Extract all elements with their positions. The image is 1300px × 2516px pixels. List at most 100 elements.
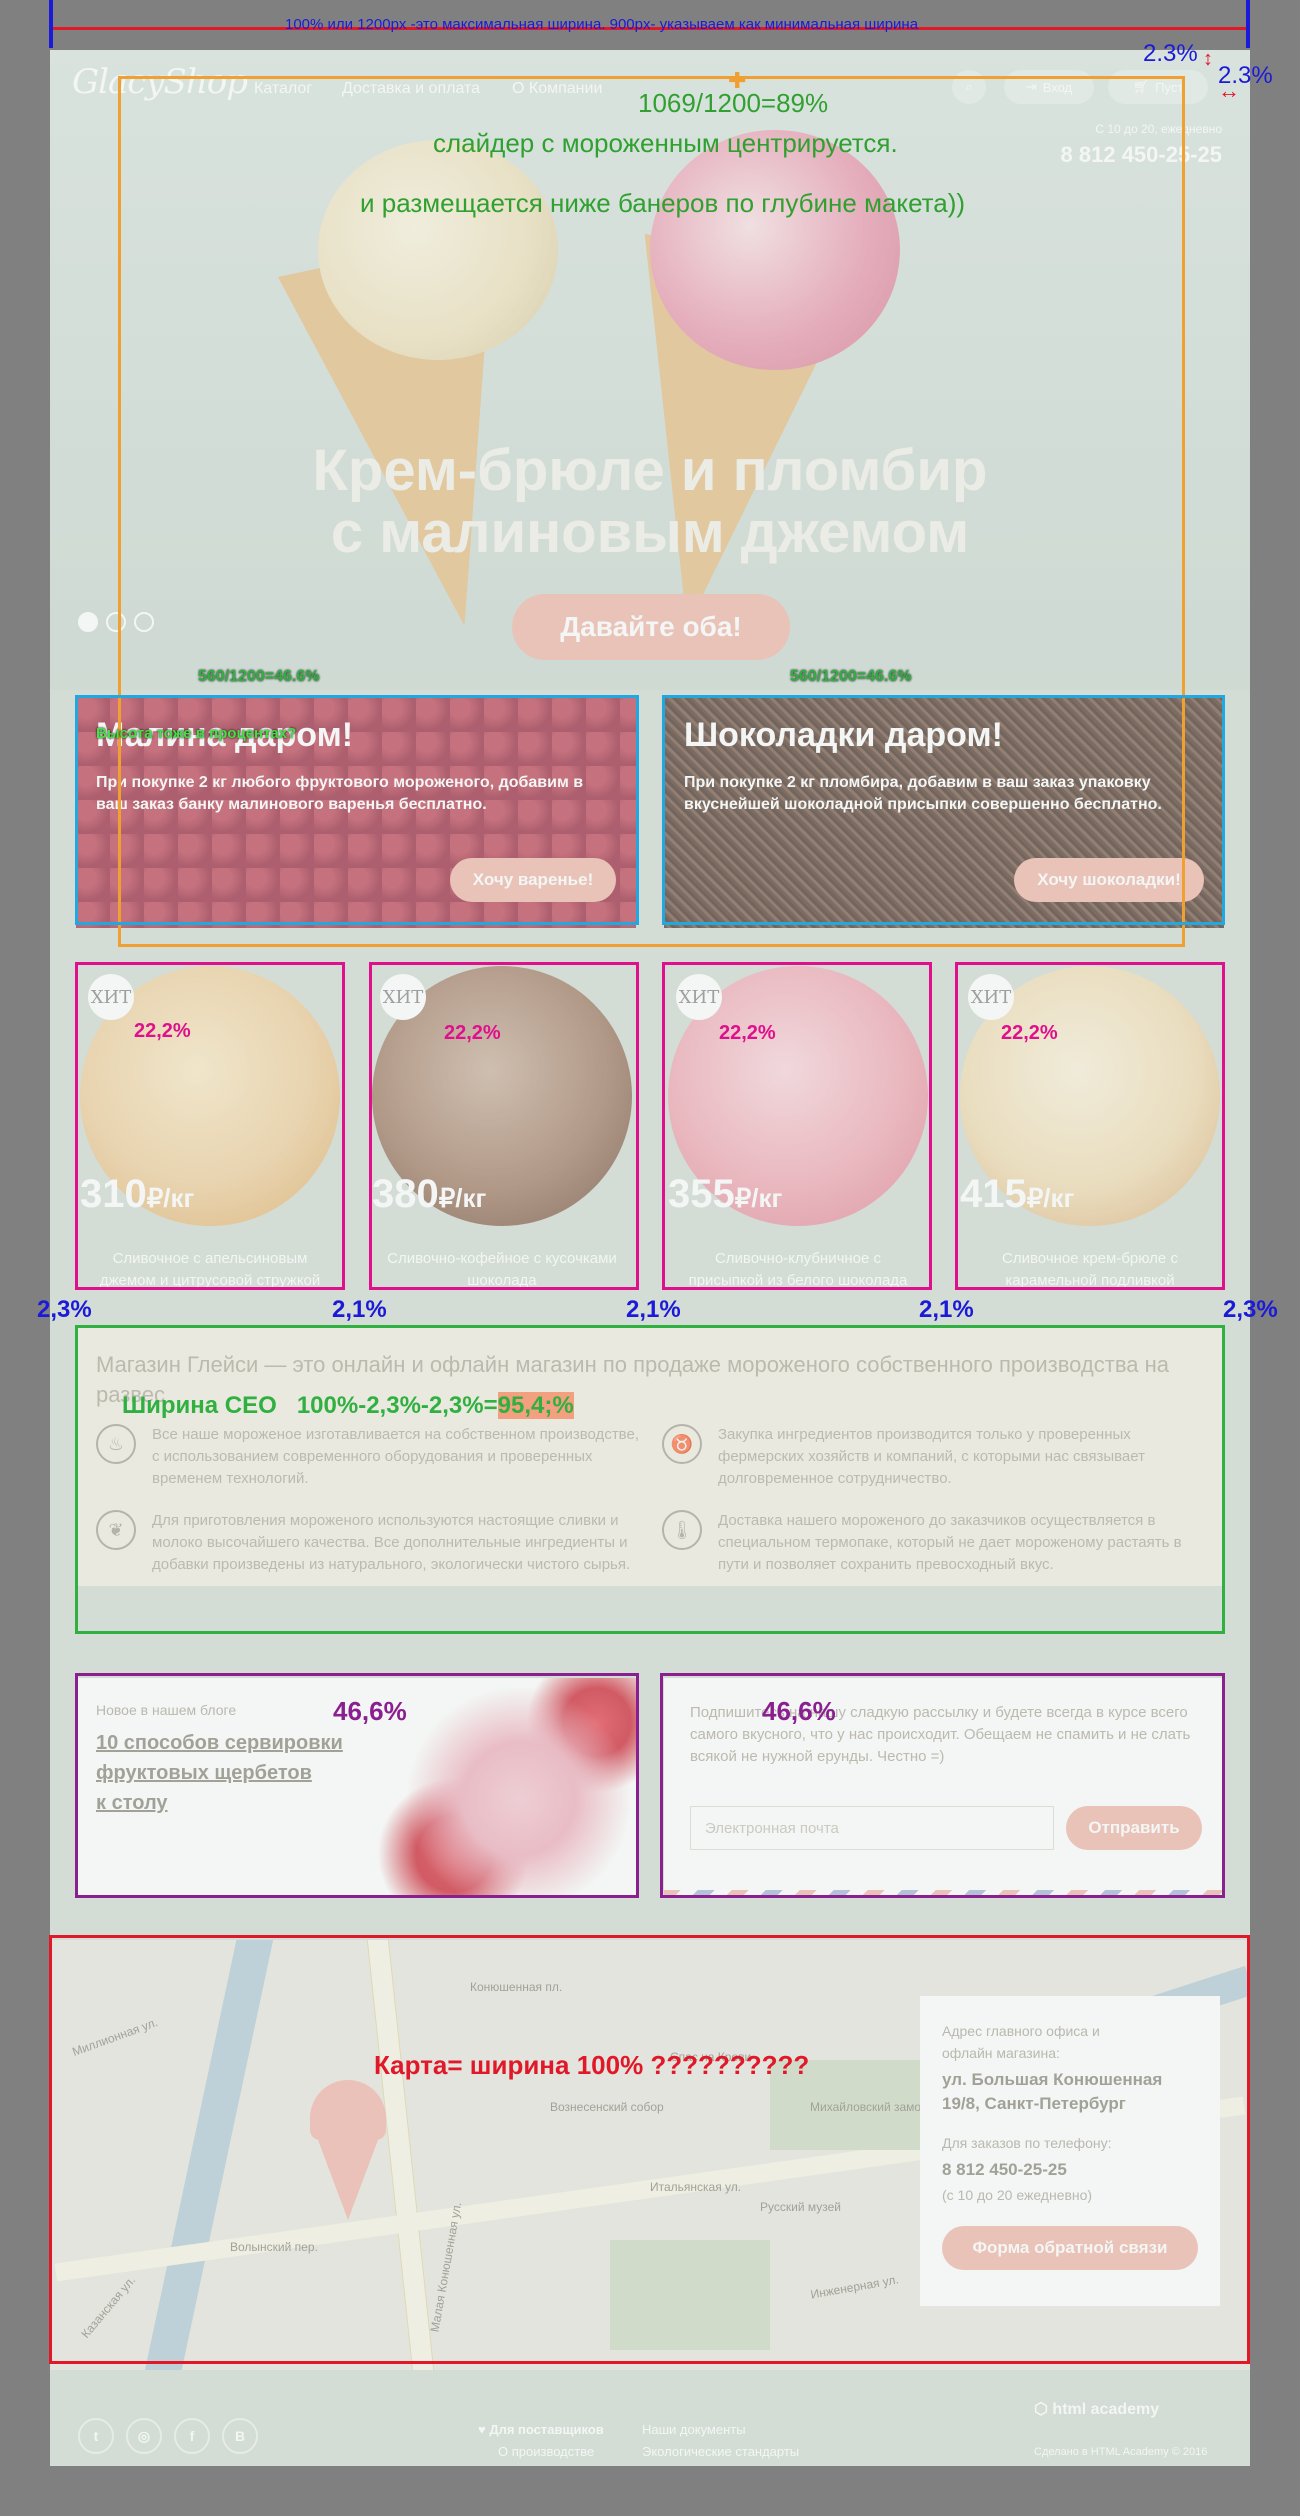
product-name-line: Сливочное крем-брюле с bbox=[1002, 1250, 1178, 1267]
annotation-seo-label: Ширина СЕО bbox=[122, 1392, 277, 1419]
map-street-label: Конюшенная пл. bbox=[470, 1980, 563, 1994]
footer-link-documents[interactable]: Наши документы bbox=[642, 2422, 746, 2437]
hit-badge: ХИТ bbox=[968, 974, 1014, 1020]
product-card[interactable]: ХИТ 355₽/кг Сливочно-клубничное с присыпк… bbox=[664, 962, 932, 1289]
page: GlacyShop Каталог Доставка и оплата О Ко… bbox=[50, 50, 1250, 2466]
footer-link-standards[interactable]: Экологические стандарты bbox=[642, 2444, 799, 2459]
map-street-label: Итальянская ул. bbox=[650, 2180, 742, 2194]
twitter-icon[interactable]: t bbox=[78, 2418, 114, 2454]
annotation-gap: 2,3% bbox=[1223, 1296, 1278, 1323]
product-price: 355₽/кг bbox=[668, 1172, 782, 1217]
map-street-label: Миллионная ул. bbox=[70, 2015, 160, 2059]
price-value: 380 bbox=[372, 1172, 439, 1216]
promo-button-jam[interactable]: Хочу варенье! bbox=[450, 858, 616, 902]
hit-badge: ХИТ bbox=[380, 974, 426, 1020]
annotation-slider-note: и размещается ниже банеров по глубине ма… bbox=[360, 188, 966, 218]
feedback-button[interactable]: Форма обратной связи bbox=[942, 2226, 1198, 2270]
nav-about[interactable]: О Компании bbox=[512, 80, 602, 98]
address-line: 19/8, Санкт-Петербург bbox=[942, 2094, 1126, 2113]
annotation-right-edge bbox=[1246, 0, 1250, 48]
annotation-map-note: Карта= ширина 100% ?????????? bbox=[374, 2050, 810, 2080]
map-street-label: Русский музей bbox=[760, 2200, 841, 2214]
facebook-icon[interactable]: f bbox=[174, 2418, 210, 2454]
leaf-icon: ❦ bbox=[96, 1510, 136, 1550]
blog-image bbox=[376, 1678, 636, 1898]
copyright: Сделано в HTML Academy © 2016 bbox=[1034, 2446, 1208, 2458]
annotation-seo-formula: 100%-2,3%-2,3%= bbox=[296, 1392, 498, 1419]
product-name-line: шоколада bbox=[467, 1272, 537, 1289]
annotation-left-edge bbox=[49, 0, 53, 48]
product-price: 310₽/кг bbox=[80, 1172, 194, 1217]
envelope-border bbox=[664, 1890, 1224, 1898]
html-academy-logo[interactable]: ⬡ html academy bbox=[1034, 2402, 1159, 2418]
annotation-gap: 2,3% bbox=[37, 1296, 92, 1323]
map-street-label: Инженерная ул. bbox=[809, 2272, 900, 2302]
blog-title[interactable]: 10 способов сервировки фруктовых щербето… bbox=[96, 1728, 343, 1818]
promo-chocolate: Шоколадки даром! При покупке 2 кг пломби… bbox=[664, 698, 1224, 928]
annotation-arrow-icon: ↕ bbox=[1203, 48, 1213, 70]
map-canal bbox=[140, 1940, 276, 2370]
product-name: Сливочно-кофейное с кусочками шоколада bbox=[368, 1248, 636, 1292]
annotation-width-note: 100% или 1200px -это максимальная ширина… bbox=[285, 16, 919, 33]
cart-icon: 🛒︎ bbox=[1132, 79, 1150, 94]
annotation-seo-result: 95,4;% bbox=[497, 1392, 574, 1419]
nav-delivery[interactable]: Доставка и оплата bbox=[342, 80, 480, 98]
product-name: Сливочное крем-брюле с карамельной подлив… bbox=[956, 1248, 1224, 1292]
scoop-vanilla-image bbox=[318, 140, 558, 360]
login-label: Вход bbox=[1042, 79, 1073, 95]
address-label: Адрес главного офиса и офлайн магазина: bbox=[942, 2023, 1100, 2061]
instagram-icon[interactable]: ◎ bbox=[126, 2418, 162, 2454]
email-field[interactable]: Электронная почта bbox=[690, 1806, 1054, 1850]
product-card[interactable]: ХИТ 415₽/кг Сливочное крем-брюле с караме… bbox=[956, 962, 1224, 1289]
login-button[interactable]: ⇥ Вход bbox=[1004, 70, 1094, 104]
feature-text: Для приготовления мороженого используютс… bbox=[152, 1512, 631, 1573]
annotation-slider-note: слайдер с мороженным центрируется. bbox=[433, 128, 898, 158]
price-unit: ₽/кг bbox=[146, 1183, 195, 1213]
footer-link-label: Для поставщиков bbox=[489, 2422, 604, 2437]
product-card[interactable]: ХИТ 310₽/кг Сливочное с апельсиновым джем… bbox=[76, 962, 344, 1289]
cart-label: Пуст bbox=[1155, 79, 1184, 95]
search-button[interactable]: ⌕ bbox=[952, 70, 986, 104]
slider-dot-1[interactable] bbox=[78, 612, 98, 632]
slider-dot-3[interactable] bbox=[134, 612, 154, 632]
nav-catalog[interactable]: Каталог bbox=[254, 80, 312, 98]
contact-card: Адрес главного офиса и офлайн магазина: … bbox=[920, 1996, 1220, 2306]
cart-button[interactable]: 🛒︎ Пуст bbox=[1108, 70, 1208, 104]
blog-title-line: к столу bbox=[96, 1792, 168, 1814]
contact-phone[interactable]: 8 812 450-25-25 bbox=[942, 2158, 1067, 2182]
promo-text: При покупке 2 кг пломбира, добавим в ваш… bbox=[684, 774, 1162, 813]
vk-icon[interactable]: В bbox=[222, 2418, 258, 2454]
header-phone[interactable]: 8 812 450-25-25 bbox=[1061, 142, 1222, 168]
map-street-label: Казанская ул. bbox=[78, 2273, 139, 2341]
annotation-slider-ratio: 1069/1200=89% bbox=[638, 88, 829, 118]
promo-button-chocolate[interactable]: Хочу шоколадки! bbox=[1014, 858, 1204, 902]
price-unit: ₽/кг bbox=[734, 1183, 783, 1213]
annotation-gap: 2,1% bbox=[919, 1296, 974, 1323]
map-park bbox=[610, 2240, 770, 2350]
hero-cta-button[interactable]: Давайте оба! bbox=[512, 594, 790, 660]
price-value: 310 bbox=[80, 1172, 147, 1216]
product-name-line: карамельной подливкой bbox=[1005, 1272, 1175, 1289]
address-value: ул. Большая Конюшенная 19/8, Санкт-Петер… bbox=[942, 2068, 1162, 2116]
feature-text: Закупка ингредиентов производится только… bbox=[718, 1426, 1145, 1487]
logo[interactable]: GlacyShop bbox=[72, 62, 248, 122]
product-name-line: Сливочно-кофейное с кусочками bbox=[387, 1250, 617, 1267]
map-street-label: Михайловский замок bbox=[810, 2100, 927, 2114]
product-name: Сливочно-клубничное с присыпкой из белого… bbox=[664, 1248, 932, 1292]
product-name-line: Сливочное с апельсиновым bbox=[112, 1250, 308, 1267]
subscribe-button[interactable]: Отправить bbox=[1066, 1806, 1202, 1850]
contact-hours: (с 10 до 20 ежедневно) bbox=[942, 2187, 1093, 2203]
slider-dot-2[interactable] bbox=[106, 612, 126, 632]
product-card[interactable]: ХИТ 380₽/кг Сливочно-кофейное с кусочкам… bbox=[368, 962, 636, 1289]
annotation-pct: 2.3% bbox=[1143, 40, 1198, 67]
price-unit: ₽/кг bbox=[1026, 1183, 1075, 1213]
annotation-product-pct: 22,2% bbox=[719, 1022, 776, 1044]
price-value: 355 bbox=[668, 1172, 735, 1216]
footer-link-production[interactable]: О производстве bbox=[498, 2444, 594, 2459]
annotation-arrow-icon: ↔ bbox=[1218, 78, 1240, 103]
footer-link-suppliers[interactable]: ♥ Для поставщиков bbox=[478, 2422, 604, 2437]
blog-title-line: фруктовых щербетов bbox=[96, 1762, 312, 1784]
price-value: 415 bbox=[960, 1172, 1027, 1216]
about-section: Магазин Глейси — это онлайн и офлайн маг… bbox=[76, 1326, 1224, 1586]
product-name-line: Сливочно-клубничное с bbox=[714, 1250, 882, 1267]
